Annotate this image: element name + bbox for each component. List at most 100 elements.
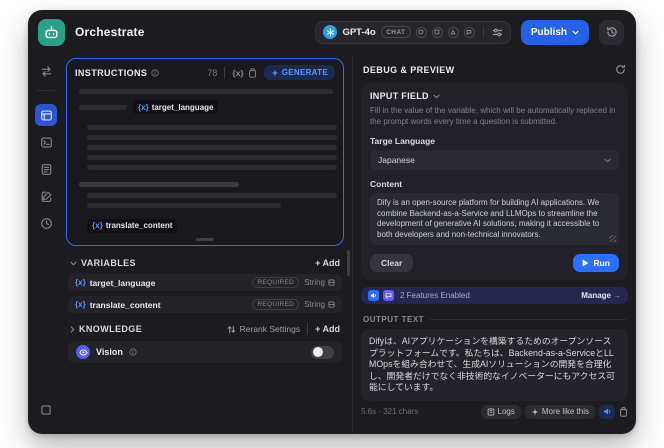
type-settings-icon[interactable]: [328, 279, 335, 286]
speak-button[interactable]: [599, 404, 615, 419]
model-mode-badge: CHAT: [380, 26, 411, 38]
language-select[interactable]: Japanese: [370, 150, 619, 170]
output-stats: 5.6s · 321 chars: [361, 407, 419, 416]
run-button[interactable]: Run: [573, 254, 619, 272]
required-badge: REQUIRED: [252, 277, 300, 288]
generate-label: GENERATE: [281, 68, 328, 77]
model-params-icon[interactable]: [492, 27, 503, 38]
variable-prefix: {x}: [75, 278, 86, 287]
variable-chip-name: target_language: [151, 102, 214, 112]
variable-type-label: String: [304, 300, 325, 309]
orchestrate-column: INSTRUCTIONS 78 {x} GENERATE {x} target_…: [64, 54, 352, 434]
variable-row[interactable]: {x} translate_content REQUIRED String: [68, 296, 342, 313]
copy-icon[interactable]: [248, 67, 257, 78]
prompt-text-line: [87, 145, 337, 150]
chevron-down-icon: [572, 30, 579, 35]
language-value: Japanese: [378, 155, 415, 165]
variable-prefix: {x}: [75, 300, 86, 309]
logs-icon: [487, 408, 494, 415]
input-field-header[interactable]: INPUT FIELD: [370, 91, 619, 101]
instructions-header: INSTRUCTIONS 78 {x} GENERATE: [75, 65, 335, 80]
vision-row: Vision: [68, 341, 342, 363]
rerank-settings-button[interactable]: Rerank Settings: [227, 324, 300, 334]
history-button[interactable]: [599, 19, 624, 45]
more-like-this-label: More like this: [541, 407, 589, 416]
speaker-icon: [603, 408, 610, 415]
divider: [224, 66, 226, 79]
resize-handle[interactable]: [196, 238, 214, 241]
run-label: Run: [593, 258, 610, 268]
feature-indicator-icon-1[interactable]: [415, 26, 427, 38]
robot-icon: [43, 24, 60, 41]
model-name: GPT-4o: [342, 26, 376, 38]
instructions-title: INSTRUCTIONS: [75, 67, 148, 78]
rail-item-monitoring-icon[interactable]: [35, 212, 57, 234]
debug-title: DEBUG & PREVIEW: [363, 64, 455, 75]
logs-button[interactable]: Logs: [480, 404, 521, 419]
features-enabled-text: 2 Features Enabled: [400, 291, 470, 300]
variable-row[interactable]: {x} target_language REQUIRED String: [68, 274, 342, 291]
prompt-text-line: [87, 135, 337, 140]
eye-icon: [76, 345, 90, 359]
play-icon: [582, 259, 589, 267]
variable-name: target_language: [89, 277, 156, 288]
top-bar: Orchestrate GPT-4o CHAT Publish: [28, 10, 636, 54]
feature-indicator-icon-4[interactable]: [463, 26, 475, 38]
chevron-down-icon: [604, 158, 611, 163]
feature-speech-icon: [368, 290, 379, 301]
collapse-panel-icon[interactable]: [35, 399, 57, 421]
content-textarea[interactable]: Dify is an open-source platform for buil…: [370, 193, 619, 245]
output-card: Difyは、AIアプリケーションを構築するためのオープンソースプラットフォームで…: [361, 329, 628, 401]
app-avatar[interactable]: [38, 18, 65, 46]
vision-label: Vision: [96, 347, 123, 357]
copy-output-button[interactable]: [619, 406, 628, 417]
history-icon: [606, 26, 618, 38]
generate-button[interactable]: GENERATE: [263, 65, 335, 80]
left-rail: [28, 54, 64, 434]
knowledge-header[interactable]: KNOWLEDGE Rerank Settings + Add: [70, 323, 340, 335]
manage-label: Manage: [581, 291, 611, 300]
variable-chip-prefix: {x}: [92, 221, 103, 230]
chevron-right-icon: [70, 325, 75, 333]
variable-chip[interactable]: {x} translate_content: [87, 218, 178, 233]
input-field-title: INPUT FIELD: [370, 91, 429, 101]
add-variable-button[interactable]: + Add: [315, 258, 340, 268]
rail-item-prompt-log[interactable]: [35, 131, 57, 153]
variable-name: translate_content: [89, 299, 161, 310]
clear-button[interactable]: Clear: [370, 254, 414, 272]
type-settings-icon[interactable]: [328, 301, 335, 308]
feature-indicator-icon-2[interactable]: [431, 26, 443, 38]
insert-variable-icon[interactable]: {x}: [232, 68, 243, 78]
variables-title: VARIABLES: [81, 258, 136, 268]
char-count: 78: [207, 67, 218, 78]
prompt-text-line: [87, 193, 337, 198]
chevron-down-icon: [70, 261, 77, 266]
page-title: Orchestrate: [75, 25, 145, 39]
rail-item-annotation-icon[interactable]: [35, 185, 57, 207]
required-badge: REQUIRED: [252, 299, 300, 310]
rerank-icon: [227, 325, 235, 333]
publish-label: Publish: [530, 26, 567, 38]
more-like-this-button[interactable]: More like this: [524, 404, 595, 419]
model-selector[interactable]: GPT-4o CHAT: [315, 20, 511, 44]
swap-model-icon[interactable]: [35, 60, 57, 82]
feature-indicator-icon-3[interactable]: [447, 26, 459, 38]
refresh-icon[interactable]: [615, 64, 626, 75]
output-text: Difyは、AIアプリケーションを構築するためのオープンソースプラットフォームで…: [369, 336, 615, 392]
resize-grip-icon[interactable]: [609, 235, 616, 242]
rerank-label: Rerank Settings: [239, 324, 301, 334]
language-label: Targe Language: [370, 136, 436, 146]
manage-features-link[interactable]: Manage →: [581, 291, 621, 300]
publish-button[interactable]: Publish: [520, 19, 589, 45]
prompt-text-line: [79, 89, 333, 94]
variable-chip[interactable]: {x} target_language: [133, 100, 219, 114]
scrollbar-thumb[interactable]: [347, 250, 350, 276]
prompt-text-line: [87, 165, 337, 170]
instructions-editor[interactable]: INSTRUCTIONS 78 {x} GENERATE {x} target_…: [66, 58, 344, 246]
rail-item-orchestrate[interactable]: [35, 104, 57, 126]
vision-toggle[interactable]: [311, 345, 334, 359]
variables-header[interactable]: VARIABLES + Add: [70, 258, 340, 268]
rail-item-logs-icon[interactable]: [35, 158, 57, 180]
add-knowledge-button[interactable]: + Add: [315, 324, 340, 334]
variable-chip-name: translate_content: [105, 221, 173, 230]
